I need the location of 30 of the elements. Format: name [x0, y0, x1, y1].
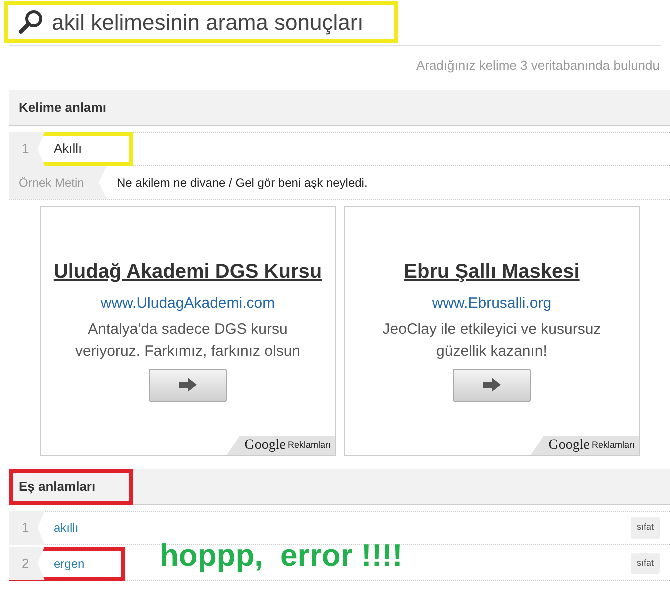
page-title: akil kelimesinin arama sonuçları	[52, 8, 364, 37]
example-text: Ne akilem ne divane / Gel gör beni aşk neyledi.	[117, 174, 368, 192]
section-heading: Eş anlamları	[9, 468, 133, 504]
ad-url-link[interactable]: www.Ebrusalli.org	[432, 293, 552, 316]
ads-label: Reklamları	[288, 438, 331, 452]
synonym-link[interactable]: ergen	[54, 554, 85, 572]
synonym-link[interactable]: akıllı	[54, 519, 79, 537]
annotation-text: hoppp, error !!!!	[160, 537, 403, 575]
ad-arrow-button[interactable]	[149, 368, 227, 402]
google-text: Google	[548, 437, 590, 455]
section-heading: Kelime anlamı	[18, 98, 108, 117]
example-label: Örnek Metin	[9, 166, 107, 199]
ad-url-link[interactable]: www.UludagAkademi.com	[100, 293, 276, 316]
meaning-text: Akıllı	[54, 140, 82, 158]
ad-title-link[interactable]: Uludağ Akademi DGS Kursu	[54, 257, 322, 287]
google-text: Google	[244, 437, 286, 455]
ads-label: Reklamları	[592, 438, 635, 452]
search-icon	[18, 9, 44, 35]
item-number: 1	[9, 511, 45, 545]
word-type-tag: sıfat	[630, 517, 660, 539]
word-type-tag: sıfat	[630, 552, 660, 574]
arrow-icon	[483, 378, 501, 392]
item-number: 2	[9, 546, 45, 580]
ad-title-link[interactable]: Ebru Şallı Maskesi	[404, 257, 580, 287]
ad-description: Antalya'da sadece DGS kursu veriyoruz. Farkımız, farkınız olsun	[74, 320, 302, 362]
arrow-icon	[179, 378, 197, 392]
results-summary: Aradığınız kelime 3 veritabanında bulundu	[416, 57, 660, 75]
ad-arrow-button[interactable]	[453, 368, 531, 402]
item-number: 1	[9, 132, 45, 166]
ad-description: JeoClay ile etkileyici ve kusursuz güzellik kazanın!	[382, 320, 602, 362]
